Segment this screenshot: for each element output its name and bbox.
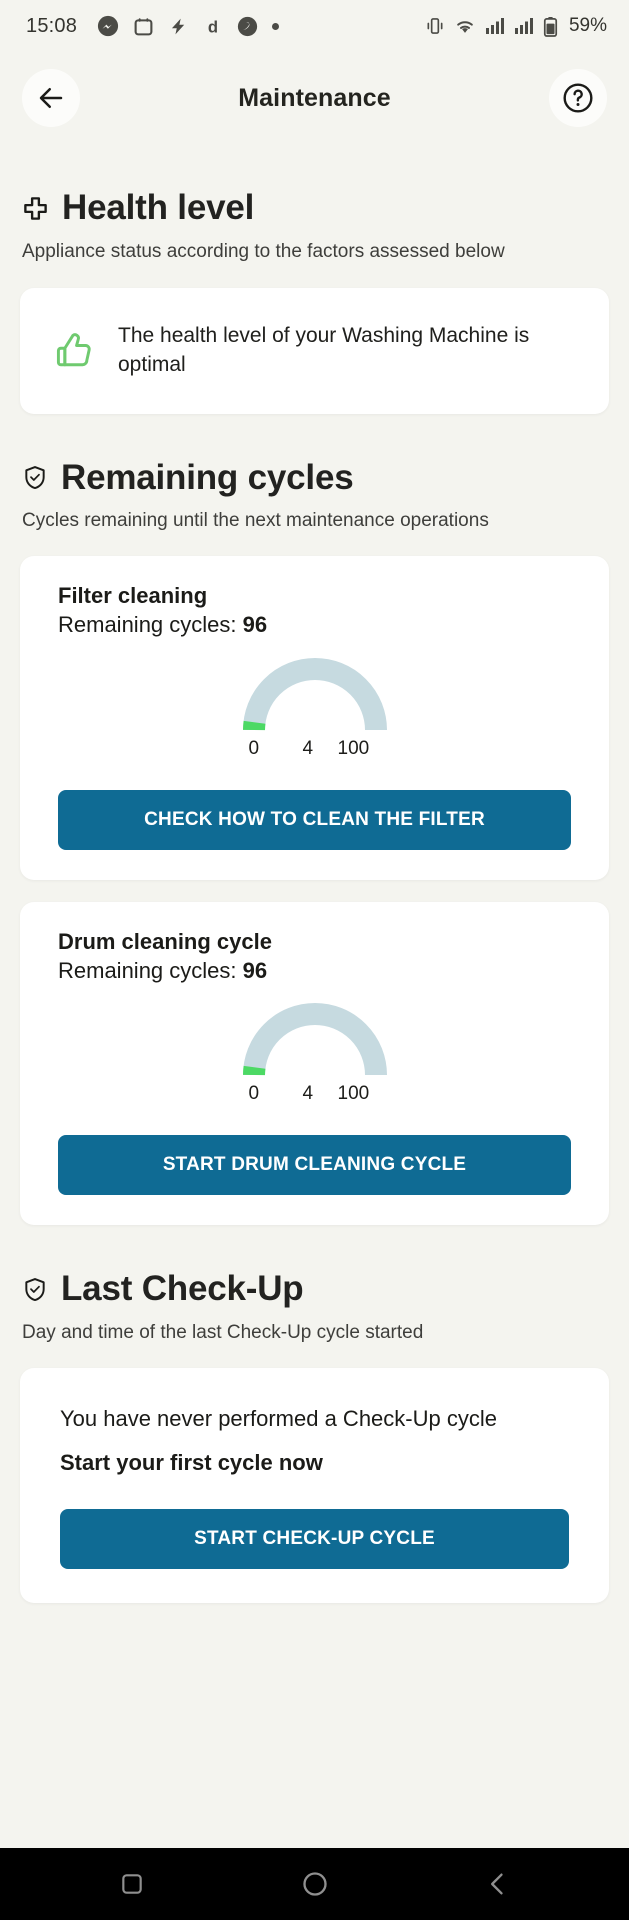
signal-sim1-icon: [485, 17, 505, 35]
arrow-left-icon: [36, 83, 66, 113]
remaining-cycles-section-header: Remaining cycles: [0, 457, 629, 497]
gauge-min-label: 0: [248, 737, 260, 759]
back-button[interactable]: [22, 69, 80, 127]
filter-cleaning-remaining: Remaining cycles: 96: [40, 611, 589, 640]
filter-cleaning-gauge-wrap: 0 4 100: [40, 656, 589, 766]
drum-cleaning-card: Drum cleaning cycle Remaining cycles: 96…: [20, 901, 609, 1226]
android-navigation-bar: [0, 1848, 629, 1920]
last-checkup-title: Last Check-Up: [61, 1269, 304, 1309]
question-mark-icon: [561, 81, 595, 115]
circle-home-icon: [301, 1870, 329, 1898]
status-bar-system-icons: 59%: [425, 15, 607, 37]
d-app-icon: d: [203, 16, 223, 37]
drum-cleaning-title: Drum cleaning cycle: [58, 928, 272, 954]
filter-cleaning-card: Filter cleaning Remaining cycles: 96 0 4…: [20, 555, 609, 880]
filter-cleaning-gauge-labels: 0 4 100: [235, 738, 395, 766]
lightning-icon: [168, 16, 189, 37]
scroll-content: Health level Appliance status according …: [0, 144, 629, 1848]
gauge-value-label: 4: [302, 737, 314, 759]
vibrate-icon: [425, 16, 445, 36]
status-bar-clock: 15:08: [26, 14, 78, 37]
last-checkup-message: You have never performed a Check-Up cycl…: [60, 1405, 497, 1431]
shield-check-icon: [22, 1276, 48, 1303]
gauge-max-label: 100: [337, 1083, 370, 1105]
wifi-icon: [454, 16, 476, 36]
last-checkup-subtitle: Day and time of the last Check-Up cycle …: [22, 1322, 424, 1344]
start-drum-cleaning-cycle-button[interactable]: START DRUM CLEANING CYCLE: [58, 1135, 571, 1196]
square-recents-icon: [119, 1871, 145, 1897]
filter-cleaning-title: Filter cleaning: [58, 582, 208, 608]
thumbs-up-icon: [52, 329, 96, 373]
health-status-text: The health level of your Washing Machine…: [118, 324, 530, 376]
battery-percentage: 59%: [568, 15, 607, 36]
filter-cleaning-remaining-value: 96: [242, 612, 268, 638]
shield-check-icon: [22, 464, 48, 491]
gauge-min-label: 0: [248, 1083, 260, 1105]
filter-cleaning-gauge: [241, 656, 389, 734]
last-checkup-card: You have never performed a Check-Up cycl…: [20, 1367, 609, 1604]
recents-button[interactable]: [100, 1852, 164, 1916]
gauge-value-label: 4: [302, 1083, 314, 1105]
help-button[interactable]: [549, 69, 607, 127]
drum-cleaning-remaining: Remaining cycles: 96: [40, 957, 589, 986]
health-level-section-header: Health level: [0, 188, 629, 227]
more-dot-icon: [272, 22, 280, 30]
drum-cleaning-remaining-value: 96: [242, 957, 268, 983]
swirl-app-icon: [237, 16, 258, 37]
start-checkup-cycle-button[interactable]: START CHECK-UP CYCLE: [60, 1509, 569, 1570]
chevron-back-icon: [484, 1870, 512, 1898]
health-level-subtitle: Appliance status according to the factor…: [22, 240, 505, 262]
app-screen: 15:08 d 59% Maintenance Health level App…: [0, 0, 629, 1920]
signal-sim2-icon: [514, 17, 534, 35]
last-checkup-section-header: Last Check-Up: [0, 1271, 629, 1308]
drum-cleaning-gauge: [241, 1001, 389, 1079]
drum-cleaning-gauge-wrap: 0 4 100: [40, 1001, 589, 1111]
drum-cleaning-gauge-labels: 0 4 100: [235, 1083, 395, 1111]
health-status-card: The health level of your Washing Machine…: [20, 288, 609, 414]
remaining-cycles-subtitle: Cycles remaining until the next maintena…: [22, 510, 489, 532]
check-how-to-clean-filter-button[interactable]: CHECK HOW TO CLEAN THE FILTER: [58, 789, 571, 850]
status-bar-notification-icons: d: [97, 15, 280, 37]
gauge-max-label: 100: [337, 737, 370, 759]
app-header: Maintenance: [0, 52, 629, 144]
messenger-icon: [97, 15, 119, 37]
svg-text:d: d: [208, 17, 218, 36]
battery-icon: [543, 16, 558, 37]
remaining-cycles-title: Remaining cycles: [61, 457, 354, 497]
page-title: Maintenance: [238, 83, 391, 112]
filter-cleaning-remaining-label: Remaining cycles:: [58, 612, 237, 638]
home-button[interactable]: [283, 1852, 347, 1916]
back-nav-button[interactable]: [466, 1852, 530, 1916]
cross-health-icon: [22, 195, 49, 222]
calendar-icon: [133, 16, 154, 37]
health-level-title: Health level: [62, 188, 255, 227]
last-checkup-cta-text: Start your first cycle now: [60, 1449, 323, 1475]
status-bar: 15:08 d 59%: [0, 0, 629, 52]
drum-cleaning-remaining-label: Remaining cycles:: [58, 957, 237, 983]
